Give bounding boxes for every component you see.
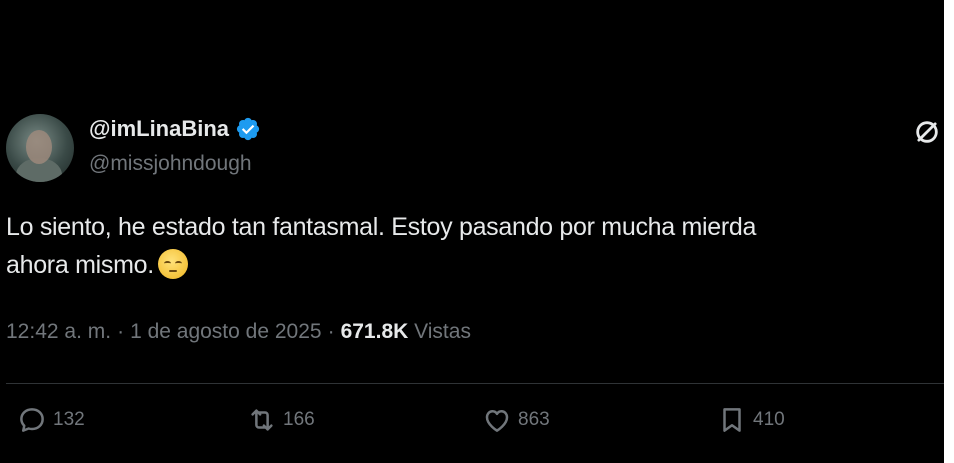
tweet-card: @imLinaBina @missjohndough Lo siento, he…: [0, 0, 944, 463]
reply-count: 132: [53, 409, 85, 430]
like-count: 863: [518, 409, 550, 430]
divider: [6, 383, 944, 384]
like-icon: [485, 410, 509, 432]
author-name-row: @imLinaBina: [89, 116, 261, 142]
tweet-text-line-2: ahora mismo.: [6, 246, 944, 284]
tweet-text-line-2-text: ahora mismo.: [6, 251, 154, 279]
tweet-text-line-1: Lo siento, he estado tan fantasmal. Esto…: [6, 213, 757, 241]
tweet-actions-bar: 132 166 863 410: [0, 405, 944, 445]
views-count: 671.8K: [340, 320, 409, 343]
tweet-date[interactable]: 1 de agosto de 2025: [130, 320, 322, 343]
verified-badge-icon: [236, 117, 260, 141]
author-handle[interactable]: @missjohndough: [89, 152, 252, 176]
retweet-count: 166: [283, 409, 315, 430]
retweet-icon: [251, 409, 273, 431]
meta-separator: ·: [327, 320, 335, 343]
reply-button[interactable]: 132: [17, 405, 85, 435]
avatar-face: [26, 130, 52, 164]
like-button[interactable]: 863: [482, 405, 550, 435]
display-name[interactable]: @imLinaBina: [89, 116, 229, 142]
tweet-text: Lo siento, he estado tan fantasmal. Esto…: [6, 208, 944, 284]
retweet-button[interactable]: 166: [247, 405, 315, 435]
pensive-face-emoji: [157, 249, 188, 279]
reply-icon: [20, 408, 44, 432]
meta-separator: ·: [117, 320, 125, 343]
bookmark-button[interactable]: 410: [717, 405, 785, 435]
avatar[interactable]: [6, 114, 74, 182]
tweet-time[interactable]: 12:42 a. m.: [6, 320, 111, 343]
tweet-meta: 12:42 a. m. · 1 de agosto de 2025 · 671.8K V…: [6, 320, 471, 344]
grok-icon[interactable]: [913, 118, 941, 146]
bookmark-count: 410: [753, 409, 785, 430]
views-label: Vistas: [414, 320, 471, 343]
bookmark-icon: [723, 408, 741, 432]
